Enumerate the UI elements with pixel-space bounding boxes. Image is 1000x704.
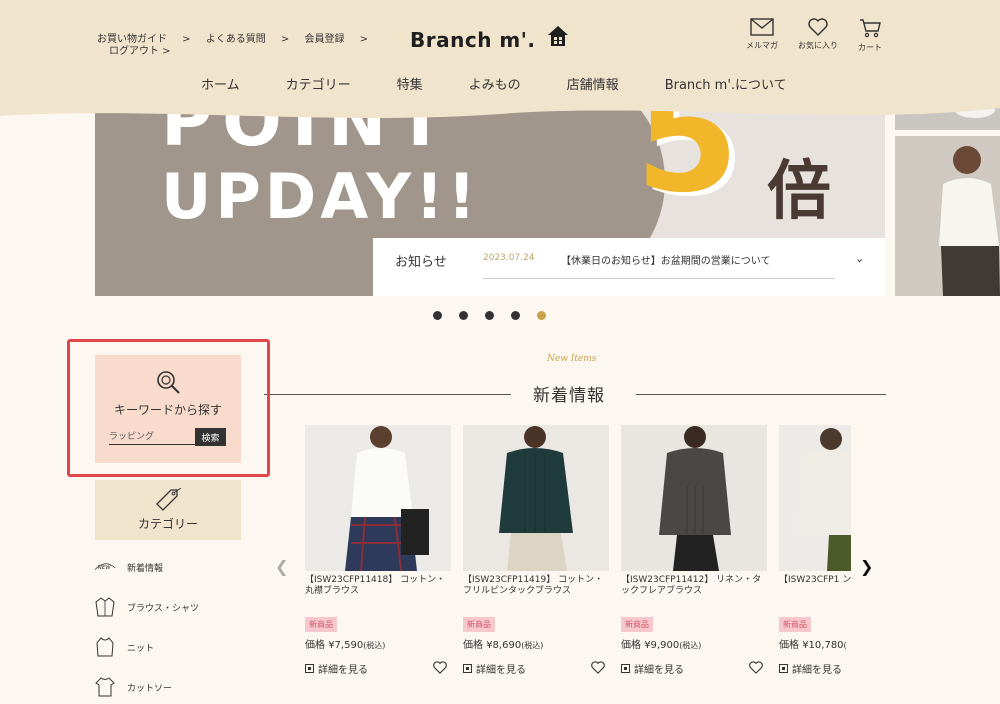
hero-line2: UPDAY!! (161, 160, 480, 233)
product-card[interactable]: 【ISW23CFP11412】 リネン・タックフレアブラウス 新商品 価格 ¥9… (621, 425, 767, 676)
svg-text:NEW: NEW (98, 565, 112, 571)
model-image (939, 146, 1000, 296)
product-price: 価格 ¥9,900(税込) (621, 640, 702, 651)
site-logo[interactable]: Branch m'. (410, 28, 535, 52)
slider-dot-active[interactable] (537, 311, 546, 320)
new-badge: 新商品 (779, 617, 811, 632)
heart-icon[interactable] (749, 661, 763, 674)
new-badge: 新商品 (305, 617, 337, 632)
nav-feature[interactable]: 特集 (397, 74, 423, 93)
product-price: 価格 ¥7,590(税込) (305, 640, 386, 651)
slider-dot[interactable] (459, 311, 468, 320)
detail-icon (621, 664, 630, 673)
category-title: カテゴリー (137, 517, 198, 531)
global-nav: ホーム カテゴリー 特集 よみもの 店舗情報 Branch m'.について (201, 74, 787, 93)
detail-link[interactable]: 詳細を見る (463, 661, 609, 676)
cutsew-icon (93, 675, 117, 699)
nav-about[interactable]: Branch m'.について (665, 74, 787, 93)
product-code: 【ISW23CFP11418】 (305, 575, 398, 585)
favorites-button[interactable]: お気に入り (798, 18, 838, 51)
new-badge: 新商品 (621, 617, 653, 632)
heart-icon[interactable] (433, 661, 447, 674)
detail-link[interactable]: 詳細を見る (779, 661, 851, 676)
slider-dot[interactable] (433, 311, 442, 320)
product-card[interactable]: 【ISW23CFP11419】 コットン・フリルピンタックブラウス 新商品 価格… (463, 425, 609, 676)
carousel-next-button[interactable]: ❯ (860, 557, 873, 576)
product-price: 価格 ¥8,690(税込) (463, 640, 544, 651)
nav-reading[interactable]: よみもの (469, 74, 521, 93)
mail-icon (750, 18, 774, 36)
guide-link[interactable]: お買い物ガイド > (97, 34, 191, 45)
register-link[interactable]: 会員登録 > (305, 34, 369, 45)
detail-icon (305, 664, 314, 673)
category-box[interactable]: カテゴリー (95, 480, 241, 540)
category-item-new[interactable]: NEW 新着情報 (93, 555, 163, 579)
product-card[interactable]: 【ISW23CFP1 ン・丸襟チュニ 新商品 価格 ¥10,780( 詳細を見る (779, 425, 851, 676)
heart-icon (808, 18, 828, 36)
product-code: 【ISW23CFP11412】 (621, 575, 714, 585)
new-items-title: 新着情報 (533, 386, 605, 406)
detail-icon (463, 664, 472, 673)
category-item-blouse[interactable]: ブラウス・シャツ (93, 595, 199, 619)
product-code: 【ISW23CFP1 (779, 575, 840, 585)
product-name: ン・丸襟チュニ (842, 575, 851, 585)
carousel-prev-button[interactable]: ❮ (275, 557, 288, 576)
nav-category[interactable]: カテゴリー (286, 74, 351, 93)
notice-text[interactable]: 【休業日のお知らせ】お盆期間の営業について (561, 252, 771, 267)
chevron-down-icon[interactable]: ⌄ (855, 252, 864, 265)
product-image[interactable] (305, 425, 451, 571)
slider-dot[interactable] (511, 311, 520, 320)
detail-icon (779, 664, 788, 673)
heart-icon[interactable] (591, 661, 605, 674)
detail-link[interactable]: 詳細を見る (621, 661, 767, 676)
notice-title: お知らせ (395, 255, 447, 270)
product-price: 価格 ¥10,780( (779, 640, 847, 651)
slider-dot[interactable] (485, 311, 494, 320)
nav-home[interactable]: ホーム (201, 74, 240, 93)
cart-icon (860, 19, 881, 38)
new-icon: NEW (93, 555, 117, 579)
product-card[interactable]: 【ISW23CFP11418】 コットン・丸襟ブラウス 新商品 価格 ¥7,59… (305, 425, 451, 676)
hero-suffix: 倍 (767, 154, 831, 229)
new-items-title-en: New Items (547, 354, 597, 364)
notice-bar[interactable]: お知らせ 2023.07.24 【休業日のお知らせ】お盆期間の営業について ⌄ (373, 238, 885, 296)
cart-button[interactable]: カート (858, 18, 882, 53)
product-carousel: 【ISW23CFP11418】 コットン・丸襟ブラウス 新商品 価格 ¥7,59… (305, 425, 851, 704)
new-badge: 新商品 (463, 617, 495, 632)
knit-icon (93, 635, 117, 659)
guide-links: お買い物ガイド > よくある質問 > 会員登録 > ログアウト > (97, 34, 380, 58)
logout-link[interactable]: ログアウト > (109, 46, 171, 57)
highlight-annotation (67, 339, 270, 477)
side-photo-model[interactable] (895, 136, 1000, 296)
category-item-knit[interactable]: ニット (93, 635, 154, 659)
product-image[interactable] (779, 425, 851, 571)
site-header: お買い物ガイド > よくある質問 > 会員登録 > ログアウト > Branch… (0, 0, 1000, 108)
product-image[interactable] (463, 425, 609, 571)
detail-link[interactable]: 詳細を見る (305, 661, 451, 676)
mail-button[interactable]: メルマガ (746, 18, 778, 51)
shirt-icon (93, 595, 117, 619)
faq-link[interactable]: よくある質問 > (206, 34, 290, 45)
nav-stores[interactable]: 店舗情報 (567, 74, 619, 93)
house-icon (548, 26, 568, 46)
notice-date: 2023.07.24 (483, 253, 535, 263)
product-image[interactable] (621, 425, 767, 571)
category-item-cutsew[interactable]: カットソー (93, 675, 172, 699)
slider-dots (433, 311, 546, 320)
tag-icon (156, 488, 182, 511)
product-code: 【ISW23CFP11419】 (463, 575, 556, 585)
